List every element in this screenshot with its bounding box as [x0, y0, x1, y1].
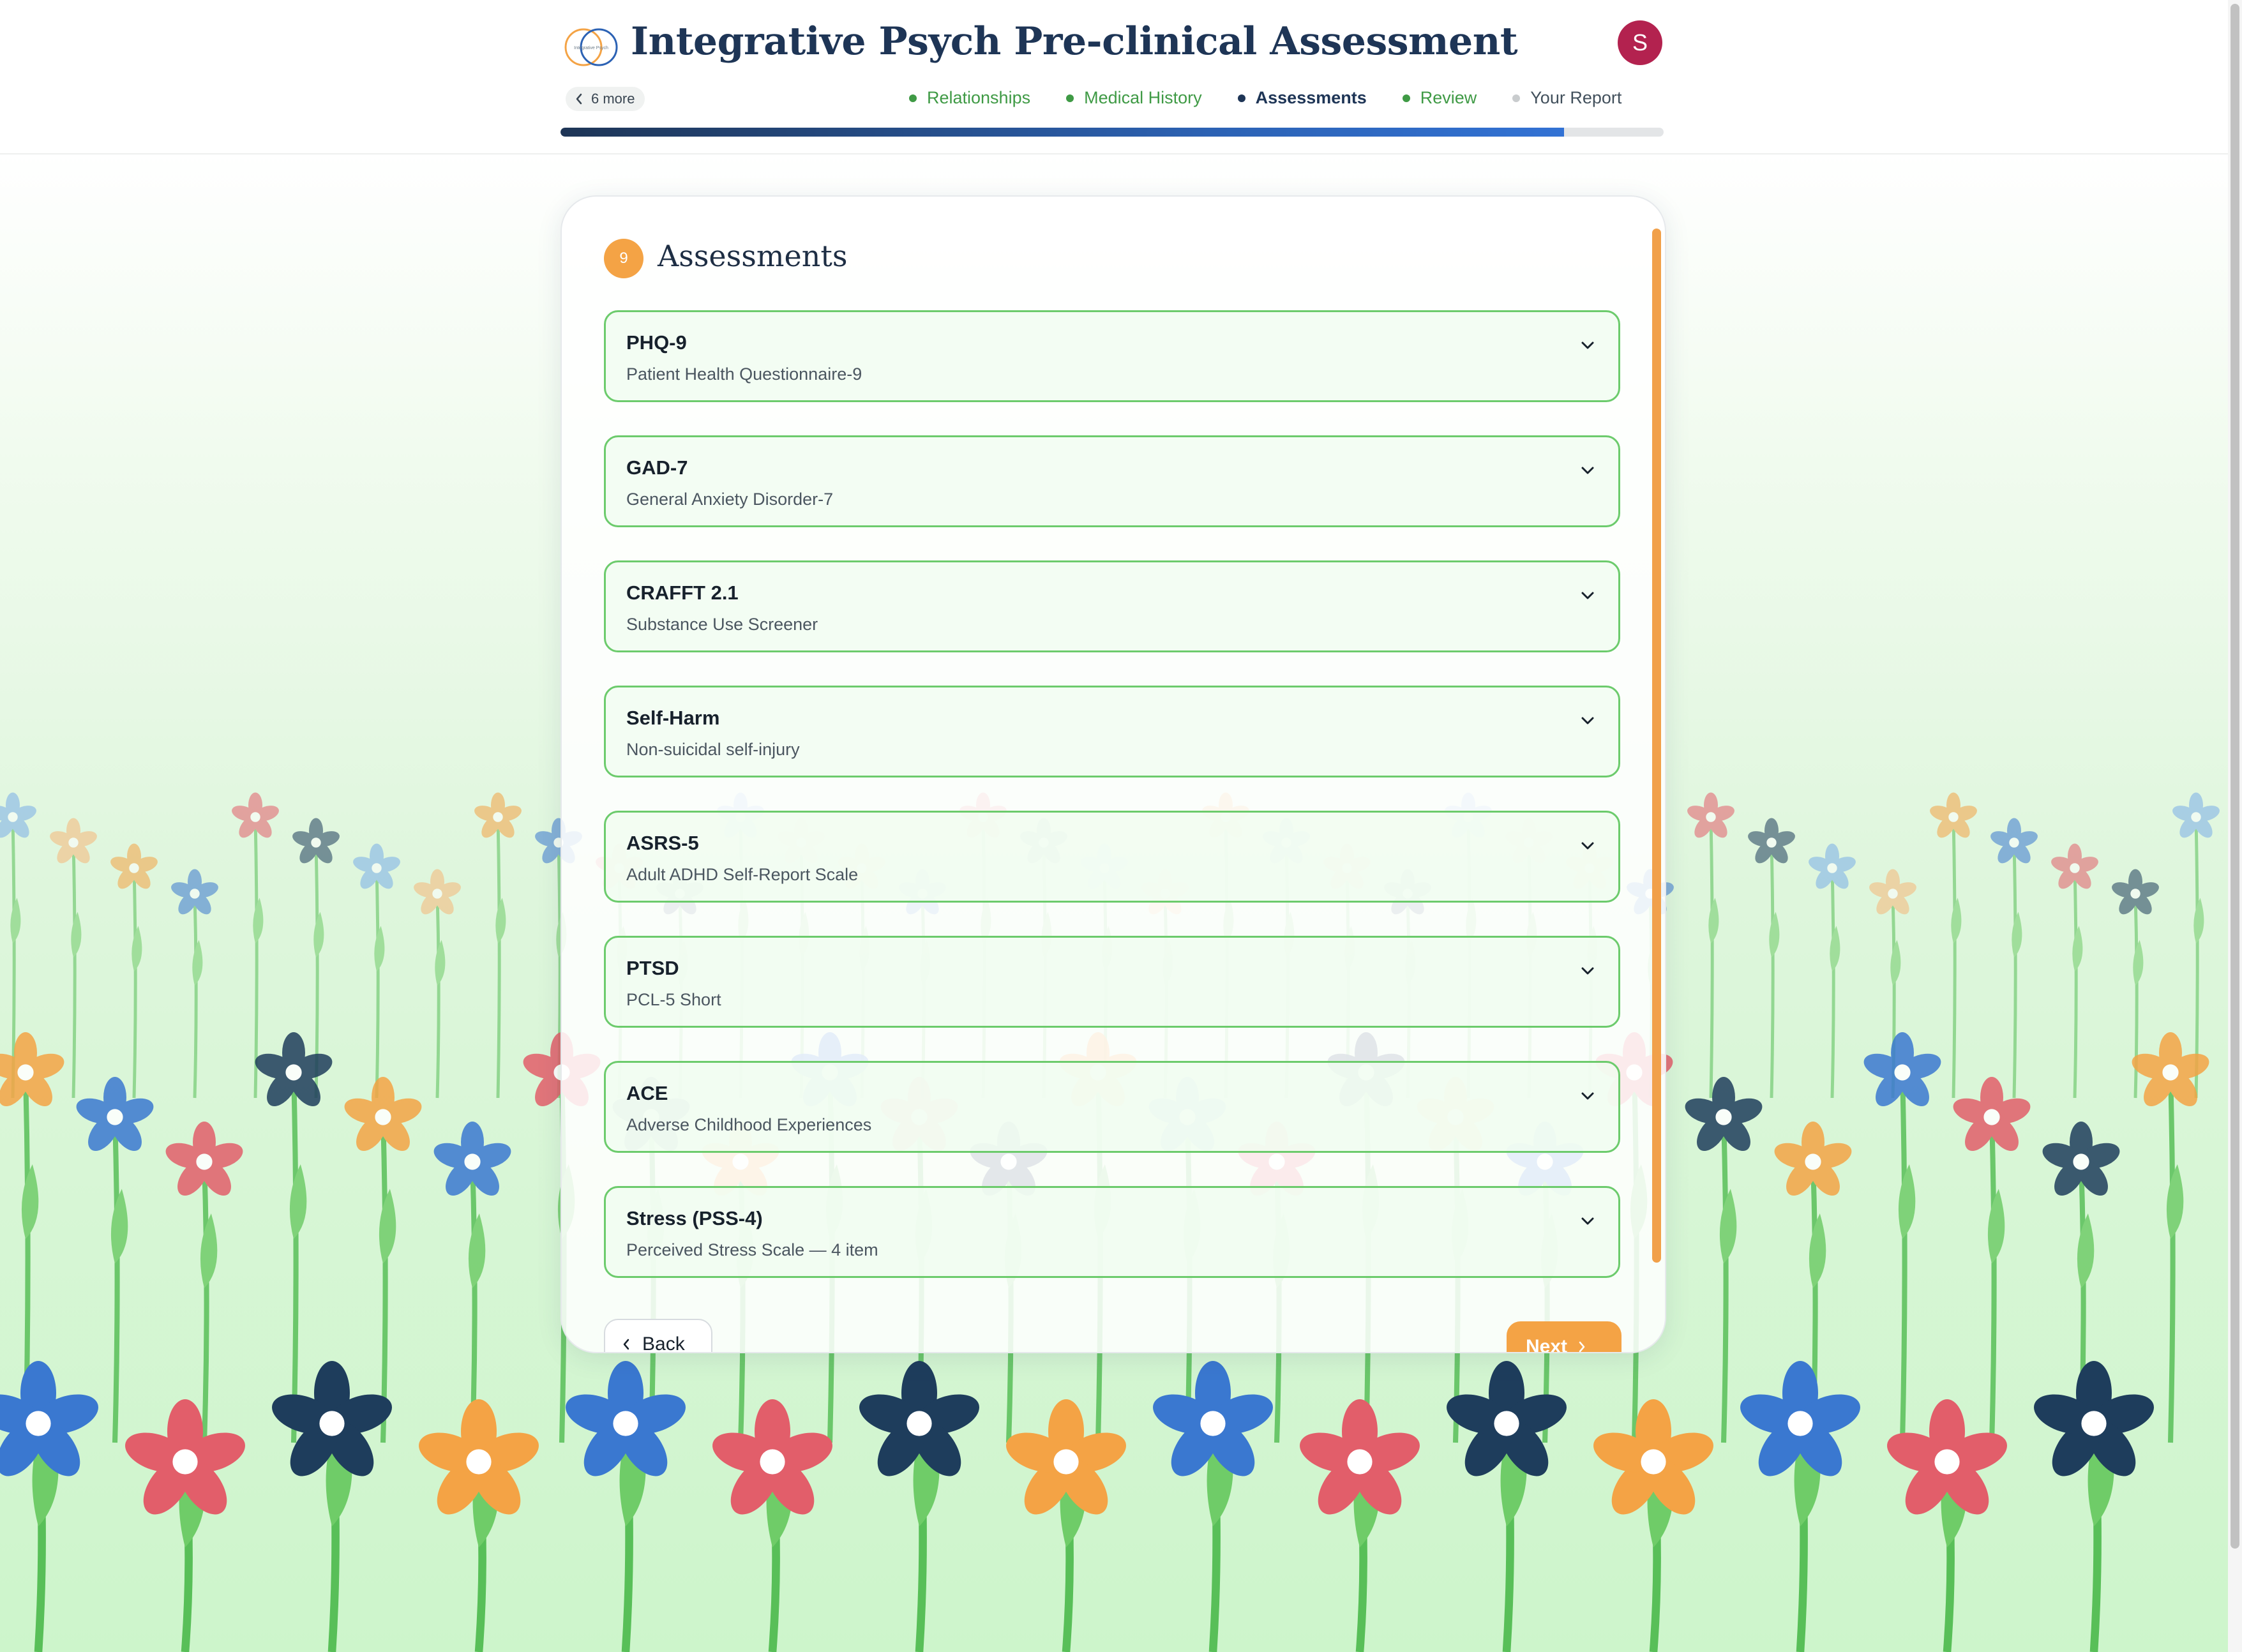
- svg-text:Integrative Psych: Integrative Psych: [574, 46, 608, 50]
- chevron-down-icon: [1581, 717, 1594, 725]
- section-number-badge: 9: [604, 239, 643, 278]
- assessment-description: General Anxiety Disorder-7: [626, 490, 834, 509]
- assessment-description: Adult ADHD Self-Report Scale: [626, 865, 859, 884]
- chevron-down-icon: [1581, 842, 1594, 850]
- assessment-name: Stress (PSS-4): [626, 1207, 763, 1229]
- assessment-description: Patient Health Questionnaire-9: [626, 364, 862, 384]
- step-label: Relationships: [927, 88, 1031, 107]
- progress-bar-fill: [560, 128, 1565, 137]
- accordion-asrs-5[interactable]: ASRS-5 Adult ADHD Self-Report Scale: [604, 811, 1620, 903]
- step-status-dot: [1066, 94, 1074, 102]
- assessment-name: GAD-7: [626, 456, 688, 479]
- chevron-left-icon: [623, 1339, 629, 1350]
- page-scrollbar[interactable]: [2228, 0, 2242, 1652]
- step-navigation: Relationships Medical History Assessment…: [909, 88, 1621, 108]
- assessment-description: Substance Use Screener: [626, 615, 818, 634]
- assessment-name: Self-Harm: [626, 707, 720, 729]
- assessment-name: ASRS-5: [626, 832, 699, 854]
- step-medical-history[interactable]: Medical History: [1066, 88, 1202, 108]
- assessment-name: PHQ-9: [626, 331, 687, 354]
- step-label: Review: [1420, 88, 1477, 107]
- chevron-down-icon: [1581, 467, 1594, 474]
- assessment-description: Perceived Stress Scale — 4 item: [626, 1240, 878, 1259]
- back-label: Back: [642, 1333, 685, 1353]
- step-relationships[interactable]: Relationships: [909, 88, 1030, 108]
- avatar-initial: S: [1632, 29, 1648, 56]
- step-your-report[interactable]: Your Report: [1512, 88, 1621, 108]
- assessments-card: 9 Assessments PHQ-9 Patient Health Quest…: [560, 195, 1666, 1353]
- chevron-left-icon: [576, 93, 582, 105]
- back-button[interactable]: Back: [604, 1319, 712, 1353]
- assessment-description: Adverse Childhood Experiences: [626, 1115, 872, 1134]
- step-status-dot: [1237, 94, 1245, 102]
- app-header: Integrative Psych Integrative Psych Pre-…: [0, 0, 2228, 154]
- section-title: Assessments: [658, 239, 848, 273]
- accordion-phq-9[interactable]: PHQ-9 Patient Health Questionnaire-9: [604, 310, 1620, 402]
- accordion-ace[interactable]: ACE Adverse Childhood Experiences: [604, 1061, 1620, 1153]
- assessment-description: PCL-5 Short: [626, 990, 721, 1009]
- more-steps-label: 6 more: [591, 91, 635, 107]
- chevron-down-icon: [1581, 967, 1594, 975]
- app-title: Integrative Psych Pre-clinical Assessmen…: [631, 19, 1518, 64]
- progress-bar: [560, 128, 1664, 137]
- next-label: Next: [1526, 1336, 1568, 1353]
- step-review[interactable]: Review: [1402, 88, 1477, 108]
- assessment-name: ACE: [626, 1082, 668, 1104]
- accordion-self-harm[interactable]: Self-Harm Non-suicidal self-injury: [604, 686, 1620, 777]
- chevron-down-icon: [1581, 1092, 1594, 1100]
- step-status-dot: [1512, 94, 1521, 102]
- section-number: 9: [619, 250, 628, 267]
- chevron-down-icon: [1581, 1217, 1594, 1225]
- page-scrollbar-thumb[interactable]: [2231, 4, 2239, 1549]
- accordion-stress-pss-4[interactable]: Stress (PSS-4) Perceived Stress Scale — …: [604, 1186, 1620, 1278]
- integrative-psych-logo: Integrative Psych: [564, 28, 618, 66]
- chevron-down-icon: [1581, 342, 1594, 349]
- accordion-crafft[interactable]: CRAFFT 2.1 Substance Use Screener: [604, 560, 1620, 652]
- user-avatar[interactable]: S: [1618, 20, 1662, 65]
- chevron-down-icon: [1581, 592, 1594, 599]
- next-button[interactable]: Next: [1507, 1321, 1621, 1353]
- step-status-dot: [909, 94, 917, 102]
- assessment-name: PTSD: [626, 957, 679, 979]
- chevron-right-icon: [1579, 1341, 1585, 1352]
- accordion-gad-7[interactable]: GAD-7 General Anxiety Disorder-7: [604, 435, 1620, 527]
- more-steps-button[interactable]: 6 more: [566, 87, 645, 111]
- assessment-description: Non-suicidal self-injury: [626, 740, 800, 759]
- step-label: Assessments: [1255, 88, 1367, 107]
- assessment-name: CRAFFT 2.1: [626, 582, 739, 604]
- step-status-dot: [1402, 94, 1410, 102]
- step-assessments[interactable]: Assessments: [1237, 88, 1367, 108]
- accordion-ptsd[interactable]: PTSD PCL-5 Short: [604, 936, 1620, 1028]
- card-scrollbar-thumb[interactable]: [1652, 229, 1661, 1263]
- step-label: Medical History: [1084, 88, 1202, 107]
- step-label: Your Report: [1530, 88, 1622, 107]
